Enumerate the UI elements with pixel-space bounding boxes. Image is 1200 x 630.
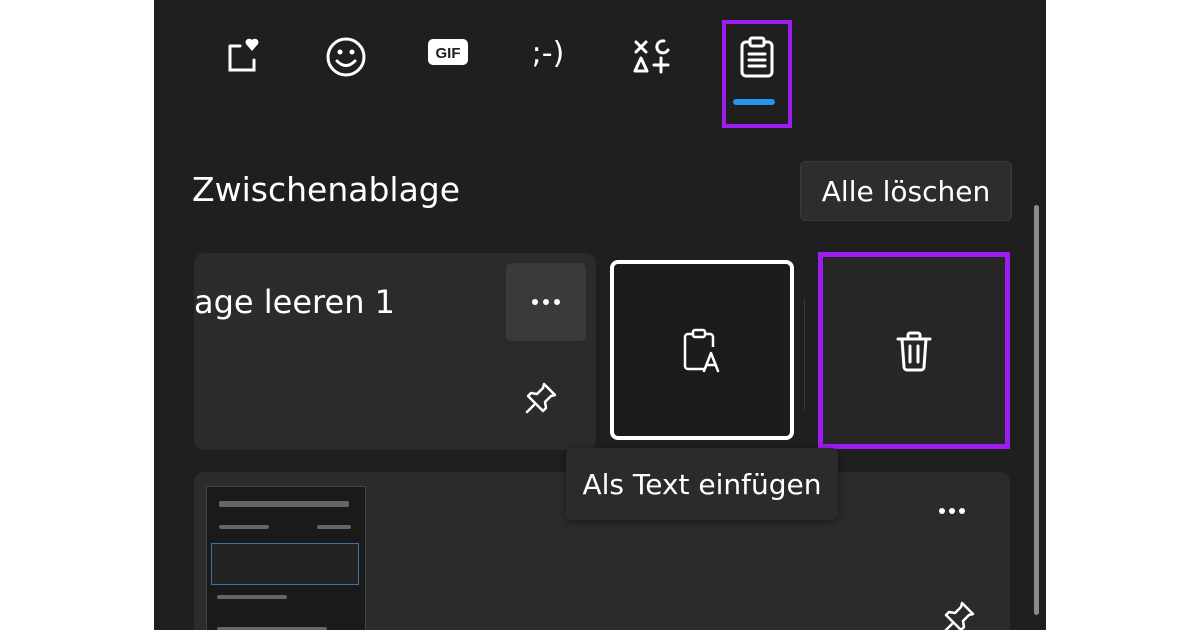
more-icon [532, 299, 560, 305]
tab-kaomoji[interactable]: ;-) [513, 20, 583, 100]
screenshot-thumbnail [206, 486, 366, 630]
more-icon [939, 508, 965, 514]
more-options-button[interactable] [506, 263, 586, 341]
thumbnail-detail [211, 543, 359, 585]
gif-icon: GIF [428, 39, 468, 65]
clipboard-tab-highlight [722, 20, 792, 128]
trash-icon [896, 331, 932, 371]
clipboard-item[interactable]: age leeren 1 [194, 253, 596, 450]
clear-all-button[interactable]: Alle löschen [800, 161, 1012, 221]
thumbnail-detail [217, 595, 287, 599]
thumbnail-detail [219, 525, 269, 529]
tab-favorites[interactable] [209, 20, 279, 100]
pin-icon [525, 382, 557, 414]
thumbnail-detail [219, 501, 349, 507]
kaomoji-icon: ;-) [531, 36, 565, 71]
svg-text:GIF: GIF [436, 45, 461, 62]
clipboard-item-text: age leeren 1 [194, 283, 395, 321]
emoji-icon [326, 37, 366, 77]
favorites-icon [228, 38, 259, 72]
scrollbar[interactable] [1034, 205, 1039, 615]
divider [804, 300, 805, 410]
tab-gif[interactable]: GIF [413, 20, 483, 100]
thumbnail-detail [317, 525, 351, 529]
paste-as-text-button[interactable] [610, 260, 794, 440]
symbols-icon [633, 39, 670, 74]
more-options-button[interactable] [938, 500, 966, 519]
paste-text-icon [683, 328, 720, 373]
pin-icon [944, 601, 975, 630]
emoji-clipboard-panel: GIF ;-) Zwischenablage Alle löschen age … [154, 0, 1046, 630]
tab-symbols[interactable] [617, 20, 687, 100]
pin-button[interactable] [942, 600, 976, 630]
tooltip: Als Text einfügen [566, 448, 838, 520]
tab-emoji[interactable] [311, 20, 381, 100]
page-title: Zwischenablage [192, 170, 461, 209]
pin-button[interactable] [524, 381, 558, 419]
delete-item-button[interactable] [818, 252, 1010, 449]
